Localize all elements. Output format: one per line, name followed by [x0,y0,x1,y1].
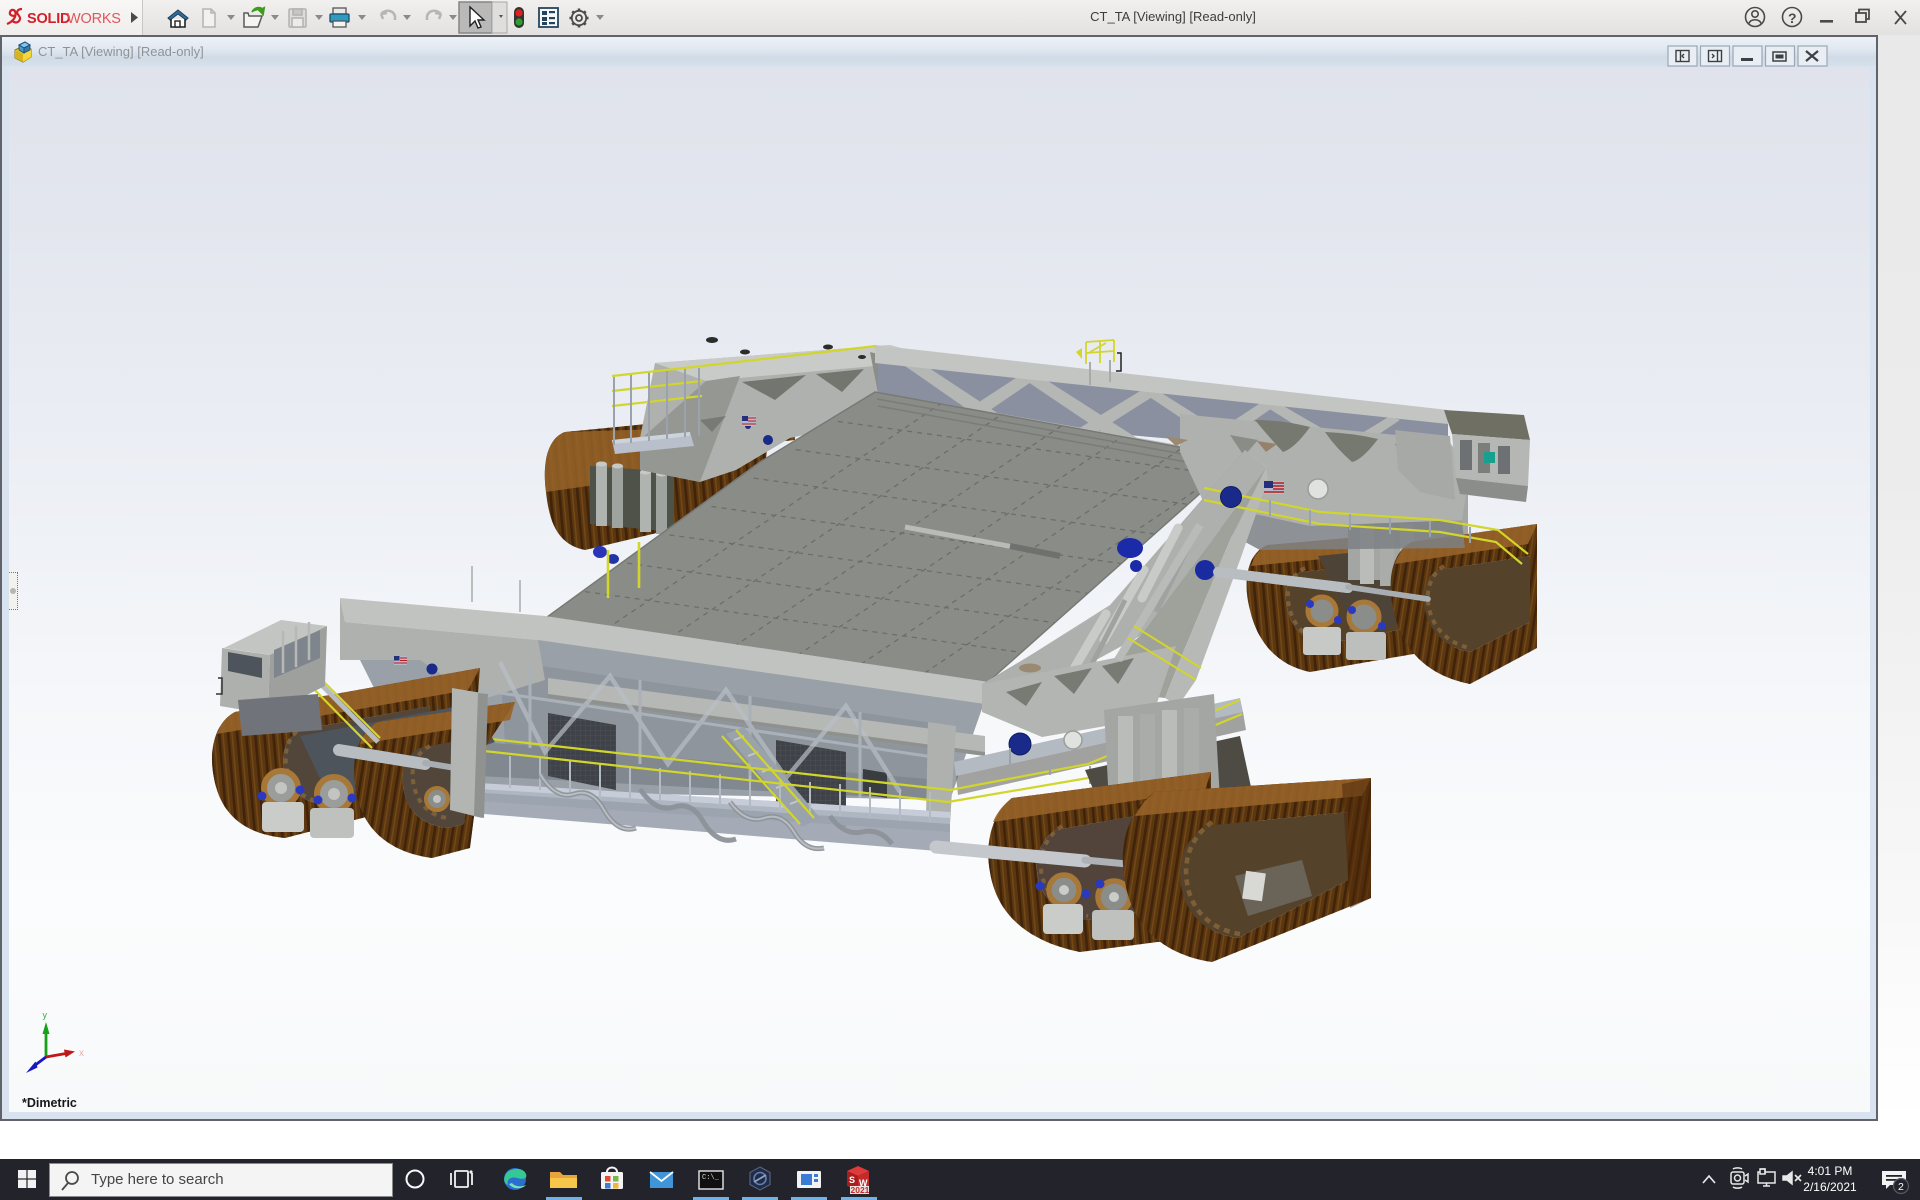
svg-text:SOLID: SOLID [27,11,70,27]
svg-text:y: y [43,1010,48,1020]
svg-text:2021: 2021 [851,1185,870,1195]
svg-text:2: 2 [1898,1181,1904,1193]
svg-text:?: ? [1788,10,1797,26]
svg-text:S: S [849,1175,855,1185]
svg-text:WORKS: WORKS [67,11,121,27]
svg-text:C:\_: C:\_ [702,1174,720,1182]
svg-text:x: x [79,1048,84,1059]
